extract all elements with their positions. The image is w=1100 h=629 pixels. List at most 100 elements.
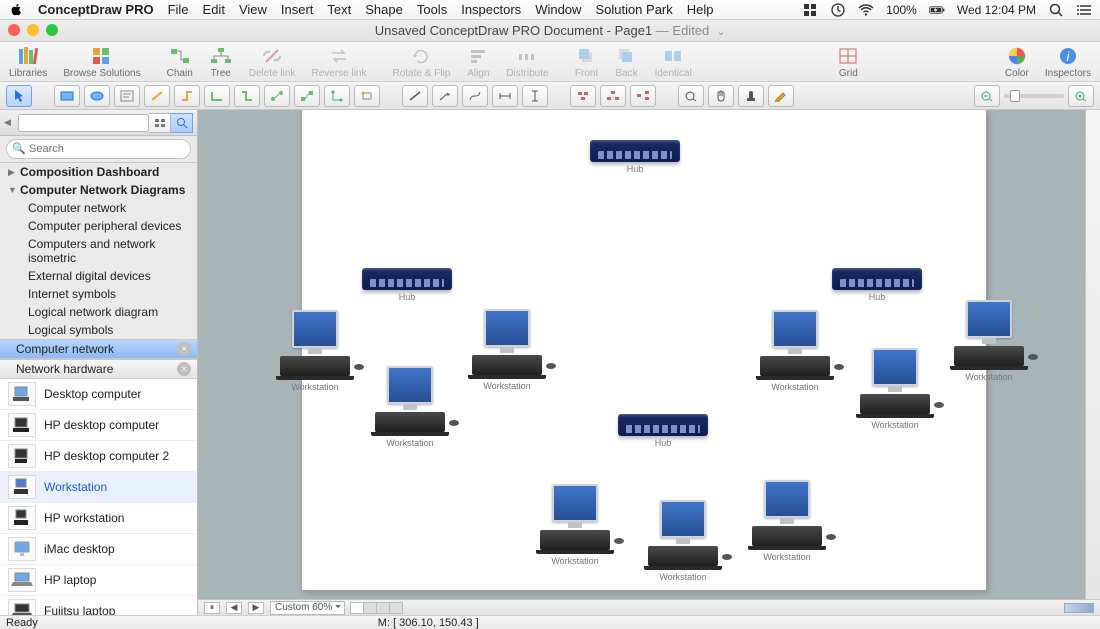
lib-item-hp-desktop[interactable]: HP desktop computer	[0, 410, 197, 441]
zoom-tool-button[interactable]	[678, 85, 704, 107]
layout1-button[interactable]	[570, 85, 596, 107]
dimension-h-button[interactable]	[492, 85, 518, 107]
toolbar-browse-button[interactable]: Browse Solutions	[60, 45, 143, 79]
menu-text[interactable]: Text	[327, 2, 351, 17]
line-tool-button[interactable]	[402, 85, 428, 107]
toolbar-chain-button[interactable]: Chain	[164, 45, 196, 79]
layout2-button[interactable]	[600, 85, 626, 107]
tree-child-logical-network[interactable]: Logical network diagram	[0, 303, 197, 321]
menu-file[interactable]: File	[168, 2, 189, 17]
lib-item-hp-desktop2[interactable]: HP desktop computer 2	[0, 441, 197, 472]
toolbar-front-button[interactable]: Front	[572, 45, 602, 79]
menu-list-icon[interactable]	[1076, 2, 1092, 18]
tree-child-internet-symbols[interactable]: Internet symbols	[0, 285, 197, 303]
sidebar-search-view-button[interactable]	[171, 113, 193, 133]
layout3-button[interactable]	[630, 85, 656, 107]
toolbar-delete-link-button[interactable]: Delete link	[246, 45, 299, 79]
lib-item-workstation[interactable]: Workstation	[0, 472, 197, 503]
connector7-button[interactable]	[324, 85, 350, 107]
select-tool-button[interactable]	[6, 85, 32, 107]
bottom-right-widget[interactable]	[1064, 603, 1094, 613]
canvas-viewport[interactable]: HubHubHubHubWorkstationWorkstationWorkst…	[198, 110, 1085, 599]
spotlight-search-icon[interactable]	[1048, 2, 1064, 18]
tree-child-peripheral[interactable]: Computer peripheral devices	[0, 217, 197, 235]
sidebar-grid-view-button[interactable]	[149, 113, 171, 133]
close-library-nh-button[interactable]: ×	[177, 362, 191, 376]
menu-inspectors[interactable]: Inspectors	[461, 2, 521, 17]
canvas-workstation[interactable]: Workstation	[367, 366, 453, 448]
page-next-button[interactable]: ▶	[248, 602, 264, 614]
sidebar-search-input[interactable]	[6, 139, 191, 159]
canvas-workstation[interactable]: Workstation	[532, 484, 618, 566]
canvas-workstation[interactable]: Workstation	[464, 309, 550, 391]
dimension-v-button[interactable]	[522, 85, 548, 107]
snap-button[interactable]	[354, 85, 380, 107]
rect-tool-button[interactable]	[54, 85, 80, 107]
tree-computer-network-diagrams[interactable]: ▼Computer Network Diagrams	[0, 181, 197, 199]
page-tabs[interactable]	[351, 602, 403, 614]
toolbar-inspectors-button[interactable]: i Inspectors	[1042, 45, 1094, 79]
window-maximize-button[interactable]	[46, 24, 58, 36]
tree-child-computer-network[interactable]: Computer network	[0, 199, 197, 217]
page-pause-button[interactable]: ⏸	[204, 602, 220, 614]
tree-child-external-digital[interactable]: External digital devices	[0, 267, 197, 285]
lib-item-imac[interactable]: iMac desktop	[0, 534, 197, 565]
toolbar-back-button[interactable]: Back	[612, 45, 642, 79]
tree-composition-dashboard[interactable]: ▶Composition Dashboard	[0, 163, 197, 181]
ellipse-tool-button[interactable]	[84, 85, 110, 107]
hand-tool-button[interactable]	[708, 85, 734, 107]
connector4-button[interactable]	[234, 85, 260, 107]
connector2-button[interactable]	[174, 85, 200, 107]
toolbar-tree-button[interactable]: Tree	[206, 45, 236, 79]
zoom-out-button[interactable]	[974, 85, 1000, 107]
canvas-workstation[interactable]: Workstation	[946, 300, 1032, 382]
open-library-computer-network[interactable]: Computer network ×	[0, 339, 197, 359]
toolbar-identical-button[interactable]: Identical	[652, 45, 695, 79]
zoom-slider[interactable]	[1004, 94, 1064, 98]
close-library-cn-button[interactable]: ×	[177, 342, 191, 356]
canvas-workstation[interactable]: Workstation	[744, 480, 830, 562]
canvas-hub[interactable]: Hub	[362, 268, 452, 302]
toolbar-color-button[interactable]: Color	[1002, 45, 1032, 79]
toolbar-distribute-button[interactable]: Distribute	[503, 45, 551, 79]
window-close-button[interactable]	[8, 24, 20, 36]
menu-edit[interactable]: Edit	[203, 2, 225, 17]
tree-child-logical-symbols[interactable]: Logical symbols	[0, 321, 197, 339]
window-minimize-button[interactable]	[27, 24, 39, 36]
toolbar-reverse-link-button[interactable]: Reverse link	[308, 45, 369, 79]
vertical-scrollbar[interactable]	[1085, 110, 1100, 599]
tree-child-isometric[interactable]: Computers and network isometric	[0, 235, 197, 267]
canvas-workstation[interactable]: Workstation	[752, 310, 838, 392]
menubar-clock[interactable]: Wed 12:04 PM	[957, 3, 1036, 17]
sidebar-collapse-icon[interactable]: ◀	[4, 117, 18, 128]
title-dropdown-icon[interactable]: ⌄	[717, 27, 725, 38]
apple-logo-icon[interactable]	[8, 2, 24, 18]
lib-item-hp-laptop[interactable]: HP laptop	[0, 565, 197, 596]
canvas-workstation[interactable]: Workstation	[852, 348, 938, 430]
page-prev-button[interactable]: ◀	[226, 602, 242, 614]
curve-tool-button[interactable]	[462, 85, 488, 107]
menu-tools[interactable]: Tools	[417, 2, 447, 17]
toolbar-grid-button[interactable]: Grid	[833, 45, 863, 79]
open-library-network-hardware[interactable]: Network hardware ×	[0, 359, 197, 379]
app-name[interactable]: ConceptDraw PRO	[38, 2, 154, 17]
wifi-icon[interactable]	[858, 2, 874, 18]
drawing-page[interactable]: HubHubHubHubWorkstationWorkstationWorkst…	[302, 110, 986, 590]
connector5-button[interactable]	[264, 85, 290, 107]
canvas-hub[interactable]: Hub	[618, 414, 708, 448]
menu-shape[interactable]: Shape	[365, 2, 403, 17]
canvas-hub[interactable]: Hub	[590, 140, 680, 174]
connector3-button[interactable]	[204, 85, 230, 107]
menu-solutionpark[interactable]: Solution Park	[595, 2, 672, 17]
menu-insert[interactable]: Insert	[281, 2, 314, 17]
connector6-button[interactable]	[294, 85, 320, 107]
canvas-workstation[interactable]: Workstation	[640, 500, 726, 582]
toolbar-rotate-flip-button[interactable]: Rotate & Flip	[390, 45, 454, 79]
toolbar-align-button[interactable]: Align	[463, 45, 493, 79]
lib-item-hp-workstation[interactable]: HP workstation	[0, 503, 197, 534]
connector1-button[interactable]	[144, 85, 170, 107]
menu-help[interactable]: Help	[687, 2, 714, 17]
zoom-in-button[interactable]	[1068, 85, 1094, 107]
dashboard-icon[interactable]	[802, 2, 818, 18]
canvas-hub[interactable]: Hub	[832, 268, 922, 302]
